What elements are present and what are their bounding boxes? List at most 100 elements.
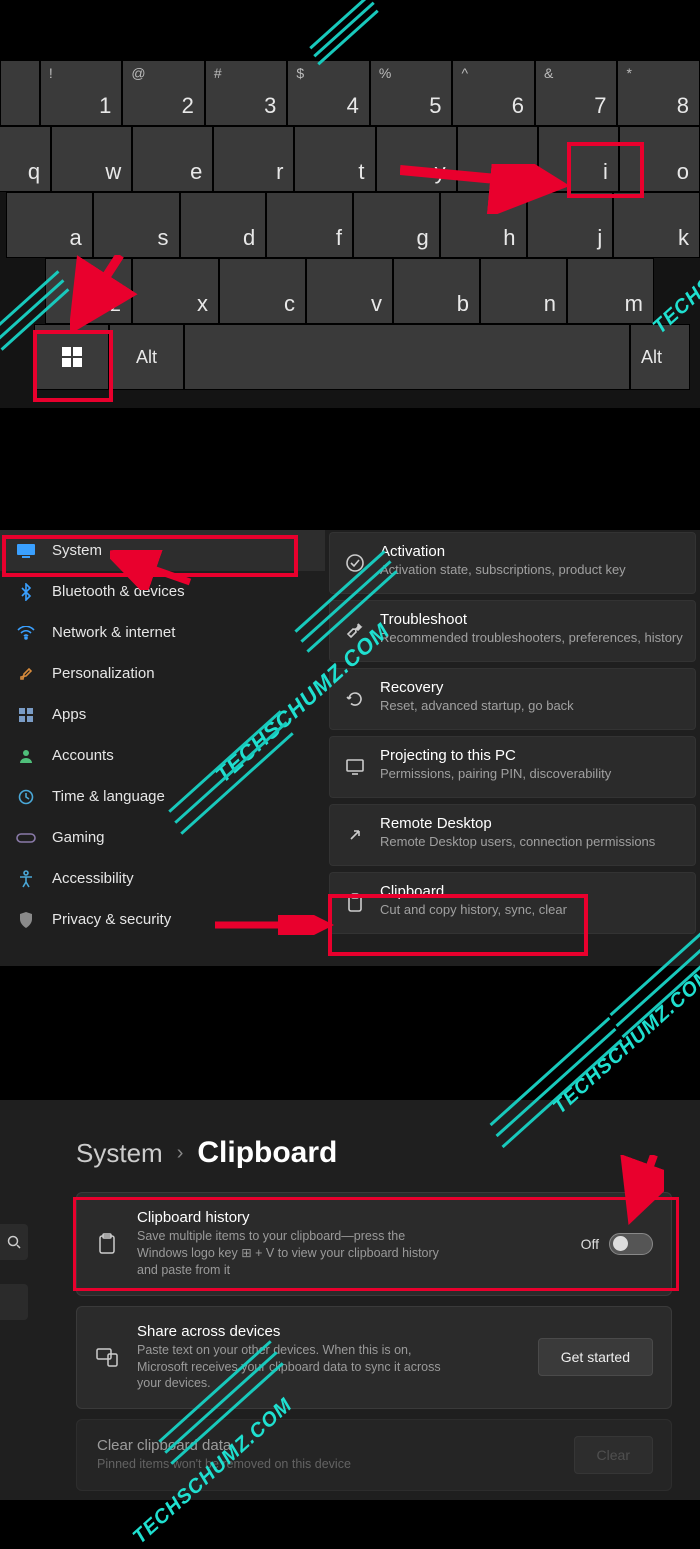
card-share-across-devices[interactable]: Share across devices Paste text on your … [76, 1306, 672, 1410]
nav-item-accessibility[interactable]: Accessibility [0, 858, 325, 899]
key-f[interactable]: f [266, 192, 353, 258]
key-z[interactable]: z [45, 258, 132, 324]
nav-label: Accounts [52, 747, 114, 764]
key-space[interactable] [184, 324, 630, 390]
person-icon [16, 746, 36, 766]
key-a[interactable]: a [6, 192, 93, 258]
key-q[interactable]: q [0, 126, 51, 192]
settings-options-list: ActivationActivation state, subscription… [325, 530, 700, 966]
key-6[interactable]: ^6 [452, 60, 535, 126]
key-u[interactable]: u [457, 126, 538, 192]
key-3[interactable]: #3 [205, 60, 288, 126]
apps-icon [16, 705, 36, 725]
key-h[interactable]: h [440, 192, 527, 258]
clip-icon [344, 892, 366, 914]
check-icon [344, 552, 366, 574]
keyboard-row-qwerty: qwertyuio [0, 126, 700, 192]
key-4[interactable]: $4 [287, 60, 370, 126]
nav-label: Time & language [52, 788, 165, 805]
option-subtitle: Reset, advanced startup, go back [380, 698, 683, 714]
key-5[interactable]: %5 [370, 60, 453, 126]
key-e[interactable]: e [132, 126, 213, 192]
search-icon[interactable] [0, 1224, 28, 1260]
option-title: Troubleshoot [380, 611, 683, 628]
key-8[interactable]: *8 [617, 60, 700, 126]
nav-item-time-language[interactable]: Time & language [0, 776, 325, 817]
option-title: Projecting to this PC [380, 747, 683, 764]
option-activation[interactable]: ActivationActivation state, subscription… [329, 532, 696, 594]
key-1[interactable]: !1 [40, 60, 123, 126]
wifi-icon [16, 623, 36, 643]
nav-item-accounts[interactable]: Accounts [0, 735, 325, 776]
nav-item-network-internet[interactable]: Network & internet [0, 612, 325, 653]
nav-label: Accessibility [52, 870, 134, 887]
nav-label: Network & internet [52, 624, 175, 641]
option-subtitle: Permissions, pairing PIN, discoverabilit… [380, 766, 683, 782]
clipboard-history-toggle[interactable] [609, 1233, 653, 1255]
card-clipboard-history[interactable]: Clipboard history Save multiple items to… [76, 1192, 672, 1296]
breadcrumb-system[interactable]: System [76, 1138, 163, 1169]
key-v[interactable]: v [306, 258, 393, 324]
keyboard-row-asdf: asdfghjk [6, 192, 700, 258]
key-k[interactable]: k [613, 192, 700, 258]
key-windows[interactable] [34, 324, 109, 390]
nav-item-system[interactable]: System [0, 530, 325, 571]
clipboard-icon [95, 1232, 119, 1256]
nav-label: System [52, 542, 102, 559]
keyboard-number-row: !1@2#3$4%5^6&7*8 [0, 60, 700, 126]
settings-window: System Bluetooth & devices Network & inter… [0, 530, 700, 966]
option-subtitle: Cut and copy history, sync, clear [380, 902, 683, 918]
share-title: Share across devices [137, 1323, 526, 1340]
key-i[interactable]: i [538, 126, 619, 192]
key-2[interactable]: @2 [122, 60, 205, 126]
key-alt-right[interactable]: Alt [630, 324, 690, 390]
option-remote-desktop[interactable]: Remote DesktopRemote Desktop users, conn… [329, 804, 696, 866]
nav-item-personalization[interactable]: Personalization [0, 653, 325, 694]
option-troubleshoot[interactable]: TroubleshootRecommended troubleshooters,… [329, 600, 696, 662]
key-g[interactable]: g [353, 192, 440, 258]
clear-title: Clear clipboard data [97, 1437, 562, 1454]
key-r[interactable]: r [213, 126, 294, 192]
key-alt-left[interactable]: Alt [109, 324, 184, 390]
sidebar-stub[interactable] [0, 1284, 28, 1320]
remote-icon [344, 824, 366, 846]
key-w[interactable]: w [51, 126, 132, 192]
clear-button[interactable]: Clear [574, 1436, 653, 1474]
option-recovery[interactable]: Recovery Reset, advanced startup, go back [329, 668, 696, 730]
key-d[interactable]: d [180, 192, 267, 258]
clear-desc: Pinned items won't be removed on this de… [97, 1456, 417, 1473]
option-title: Recovery [380, 679, 683, 696]
key-o[interactable]: o [619, 126, 700, 192]
shield-icon [16, 910, 36, 930]
card-clear-clipboard[interactable]: Clear clipboard data Pinned items won't … [76, 1419, 672, 1491]
clipboard-settings-page: System › Clipboard Clipboard history Sav… [0, 1100, 700, 1500]
key-x[interactable]: x [132, 258, 219, 324]
nav-item-privacy-security[interactable]: Privacy & security [0, 899, 325, 940]
get-started-button[interactable]: Get started [538, 1338, 653, 1376]
key-b[interactable]: b [393, 258, 480, 324]
option-subtitle: Remote Desktop users, connection permiss… [380, 834, 683, 850]
brush-icon [16, 664, 36, 684]
nav-item-gaming[interactable]: Gaming [0, 817, 325, 858]
key-backtick[interactable] [0, 60, 40, 126]
option-clipboard[interactable]: ClipboardCut and copy history, sync, cle… [329, 872, 696, 934]
watermark-text: TECHSCHUMZ.COM [549, 964, 700, 1119]
key-c[interactable]: c [219, 258, 306, 324]
keyboard-row-zxcv: zxcvbnm [45, 258, 700, 324]
clipboard-history-title: Clipboard history [137, 1209, 569, 1226]
onscreen-keyboard: !1@2#3$4%5^6&7*8 qwertyuio asdfghjk zxcv… [0, 60, 700, 408]
nav-item-apps[interactable]: Apps [0, 694, 325, 735]
key-y[interactable]: y [376, 126, 457, 192]
key-m[interactable]: m [567, 258, 654, 324]
chevron-right-icon: › [177, 1142, 184, 1165]
key-n[interactable]: n [480, 258, 567, 324]
game-icon [16, 828, 36, 848]
key-7[interactable]: &7 [535, 60, 618, 126]
option-projecting-to-this-pc[interactable]: Projecting to this PC Permissions, pairin… [329, 736, 696, 798]
clock-icon [16, 787, 36, 807]
key-j[interactable]: j [527, 192, 614, 258]
keyboard-bottom-row: Alt Alt [0, 324, 700, 390]
nav-item-bluetooth-devices[interactable]: Bluetooth & devices [0, 571, 325, 612]
key-s[interactable]: s [93, 192, 180, 258]
key-t[interactable]: t [294, 126, 375, 192]
